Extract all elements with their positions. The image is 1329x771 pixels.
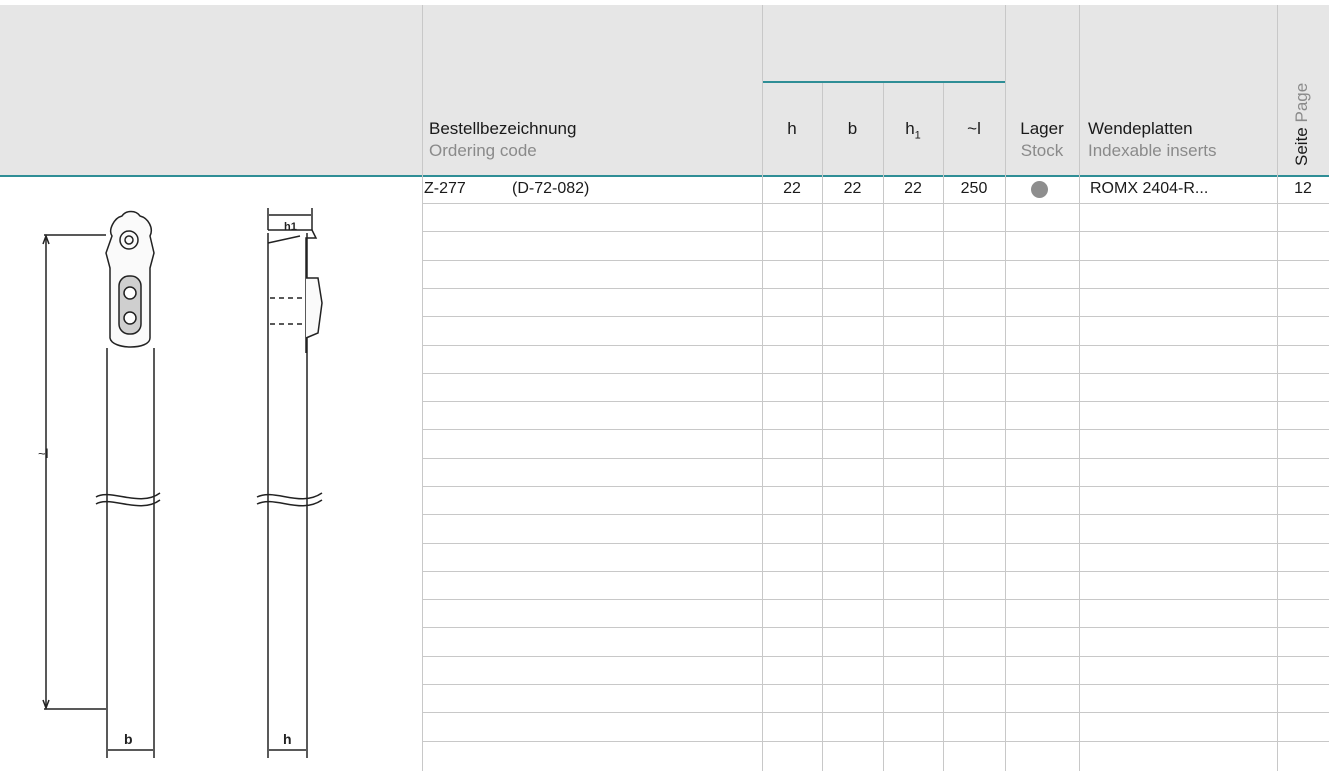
row-divider xyxy=(422,345,1329,346)
row-divider xyxy=(422,316,1329,317)
header-length: ~l xyxy=(967,119,981,138)
header-ordering-code: Bestellbezeichnung Ordering code xyxy=(429,118,576,162)
stock-indicator-dot xyxy=(1031,181,1048,198)
drawing-label-h: h xyxy=(283,731,292,747)
header-page-en: Page xyxy=(1292,82,1311,123)
row-page: 12 xyxy=(1294,180,1312,197)
row-b: 22 xyxy=(843,180,862,197)
drawing-label-h1: h1 xyxy=(284,221,297,233)
row-divider xyxy=(422,571,1329,572)
header-stock-en: Stock xyxy=(1020,141,1064,160)
row-divider xyxy=(422,712,1329,713)
row-insert: ROMX 2404-R... xyxy=(1090,180,1209,197)
row-divider xyxy=(422,429,1329,430)
header-stock-de: Lager xyxy=(1020,119,1064,138)
row-h: 22 xyxy=(783,180,801,197)
row-divider xyxy=(422,514,1329,515)
header-inserts-de: Wendeplatten xyxy=(1088,119,1193,138)
row-length: 250 xyxy=(960,180,988,197)
row-divider xyxy=(422,458,1329,459)
row-divider xyxy=(422,203,1329,204)
row-divider xyxy=(422,656,1329,657)
header-h: h xyxy=(787,119,797,138)
header-h1: h1 xyxy=(883,118,943,146)
drawing-label-length: ~l xyxy=(38,446,49,461)
header-page: Seite Page xyxy=(1292,83,1312,166)
header-ordering-en: Ordering code xyxy=(429,141,537,160)
header-ordering-de: Bestellbezeichnung xyxy=(429,119,577,138)
drawing-label-b: b xyxy=(124,731,133,747)
header-h1-base: h xyxy=(905,119,915,138)
row-code: Z-277 xyxy=(424,180,466,197)
row-divider xyxy=(422,373,1329,374)
row-divider xyxy=(422,599,1329,600)
header-inserts: Wendeplatten Indexable inserts xyxy=(1088,118,1217,162)
row-ref: (D-72-082) xyxy=(512,180,590,197)
tool-holder-drawing: ~l b h h1 xyxy=(38,208,323,758)
header-inserts-en: Indexable inserts xyxy=(1088,141,1217,160)
row-divider xyxy=(422,260,1329,261)
row-divider xyxy=(422,401,1329,402)
row-divider xyxy=(422,288,1329,289)
row-divider xyxy=(422,543,1329,544)
row-divider xyxy=(422,684,1329,685)
header-h1-sub: 1 xyxy=(914,129,921,142)
row-h1: 22 xyxy=(904,180,922,197)
header-divider xyxy=(0,175,1329,177)
header-page-de: Seite xyxy=(1292,127,1311,166)
header-stock: Lager Stock xyxy=(1005,118,1079,162)
header-b: b xyxy=(847,119,858,138)
row-divider xyxy=(422,231,1329,232)
row-divider xyxy=(422,627,1329,628)
row-divider xyxy=(422,741,1329,742)
row-divider xyxy=(422,486,1329,487)
